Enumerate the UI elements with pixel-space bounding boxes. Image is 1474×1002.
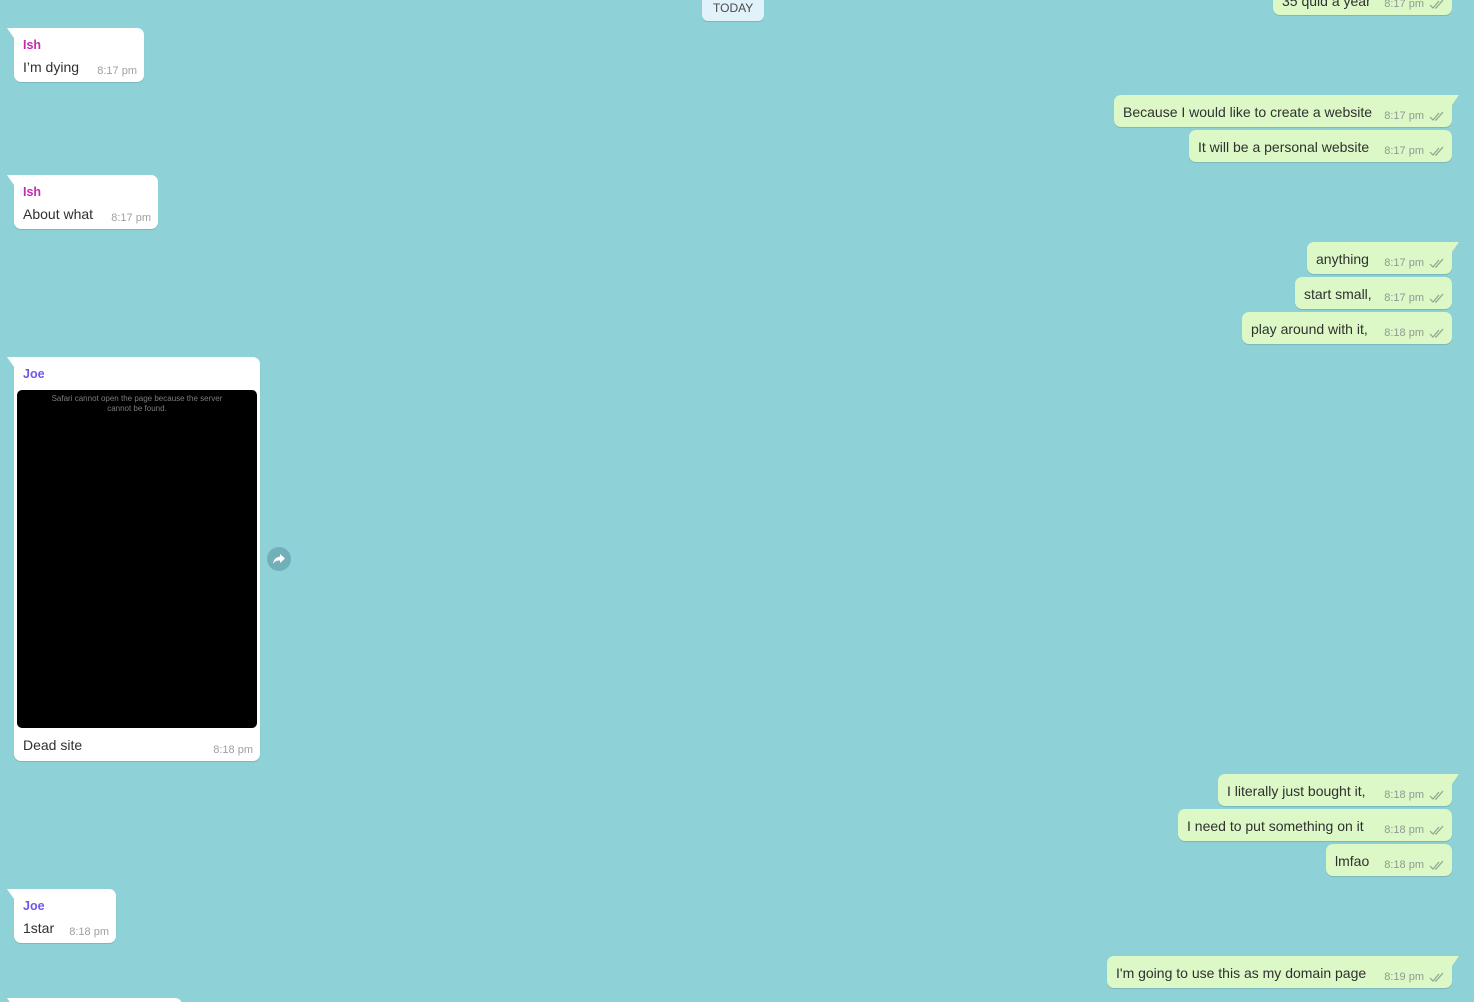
outgoing-message[interactable]: play around with it, 8:18 pm (1242, 312, 1452, 344)
message-text: anything (1316, 251, 1369, 267)
message-text: It will be a personal website (1198, 139, 1370, 155)
incoming-message[interactable]: Ish I’m dying 8:17 pm (7, 28, 144, 82)
message-text: 1star (23, 920, 55, 936)
double-check-icon (1429, 825, 1444, 835)
image-caption: Dead site (23, 737, 83, 753)
message-meta: 8:17 pm (1384, 145, 1445, 157)
message-meta: 8:19 pm (1384, 971, 1445, 983)
outgoing-message[interactable]: It will be a personal website 8:17 pm (1189, 130, 1452, 162)
message-text: I literally just bought it, (1227, 783, 1366, 799)
message-text: start small, (1304, 286, 1372, 302)
message-meta: 8:17 pm (1384, 292, 1445, 304)
message-time: 8:17 pm (1384, 0, 1424, 10)
message-meta: 8:17 pm (1384, 257, 1445, 269)
bubble-tail (7, 28, 14, 38)
message-text: I'm going to use this as my domain page (1116, 965, 1367, 981)
outgoing-message[interactable]: anything 8:17 pm (1307, 242, 1459, 274)
chat-pane: TODAY 35 quid a year 8:17 pm Ish I’m dyi… (0, 0, 1474, 1002)
message-text: 35 quid a year (1282, 0, 1371, 9)
message-text: lmfao (1335, 853, 1370, 869)
bubble-tail (1452, 956, 1459, 966)
bubble-tail (1452, 95, 1459, 105)
incoming-message[interactable]: Joe 1star 8:18 pm (7, 889, 116, 943)
sender-name[interactable]: Joe (23, 899, 45, 913)
incoming-message[interactable] (7, 998, 182, 1002)
sender-name[interactable]: Joe (23, 367, 45, 381)
message-time: 8:17 pm (1384, 145, 1424, 157)
sender-name[interactable]: Ish (23, 185, 41, 199)
message-text: I’m dying (23, 59, 80, 75)
message-time: 8:17 pm (1384, 257, 1424, 269)
message-meta: 8:18 pm (1384, 789, 1445, 801)
double-check-icon (1429, 972, 1444, 982)
message-time: 8:17 pm (1384, 110, 1424, 122)
bubble-tail (7, 889, 14, 899)
outgoing-message[interactable]: I literally just bought it, 8:18 pm (1218, 774, 1459, 806)
message-time: 8:17 pm (1384, 292, 1424, 304)
message-meta: 8:17 pm (1384, 110, 1445, 122)
message-time: 8:18 pm (213, 744, 253, 756)
image-text: Safari cannot open the page because the … (51, 394, 223, 413)
message-time: 8:18 pm (1384, 859, 1424, 871)
double-check-icon (1429, 860, 1444, 870)
message-meta: 8:18 pm (1384, 327, 1445, 339)
bubble-tail (1452, 774, 1459, 784)
message-time: 8:17 pm (97, 65, 137, 77)
message-text: Because I would like to create a website (1123, 104, 1373, 120)
message-time: 8:19 pm (1384, 971, 1424, 983)
double-check-icon (1429, 258, 1444, 268)
message-meta: 8:18 pm (1384, 824, 1445, 836)
double-check-icon (1429, 293, 1444, 303)
message-time: 8:18 pm (1384, 327, 1424, 339)
double-check-icon (1429, 328, 1444, 338)
incoming-image-message[interactable]: Joe Safari cannot open the page because … (7, 357, 260, 761)
outgoing-message[interactable]: lmfao 8:18 pm (1326, 844, 1452, 876)
bubble-tail (7, 998, 14, 1002)
sender-name[interactable]: Ish (23, 38, 41, 52)
double-check-icon (1429, 111, 1444, 121)
message-text: play around with it, (1251, 321, 1368, 337)
double-check-icon (1429, 0, 1444, 9)
outgoing-message[interactable]: start small, 8:17 pm (1295, 277, 1452, 309)
image-attachment[interactable]: Safari cannot open the page because the … (17, 390, 257, 728)
forward-arrow-icon (273, 554, 285, 564)
message-meta: 8:17 pm (1384, 0, 1445, 10)
message-text: I need to put something on it (1187, 818, 1364, 834)
outgoing-message[interactable]: I'm going to use this as my domain page … (1107, 956, 1459, 988)
bubble-tail (7, 175, 14, 185)
message-time: 8:18 pm (69, 926, 109, 938)
outgoing-message[interactable]: I need to put something on it 8:18 pm (1178, 809, 1452, 841)
message-meta: 8:18 pm (1384, 859, 1445, 871)
outgoing-message[interactable]: 35 quid a year 8:17 pm (1273, 0, 1452, 15)
outgoing-message[interactable]: Because I would like to create a website… (1114, 95, 1459, 127)
message-text: About what (23, 206, 94, 222)
forward-button[interactable] (267, 547, 291, 571)
message-time: 8:18 pm (1384, 789, 1424, 801)
message-time: 8:17 pm (111, 212, 151, 224)
incoming-message[interactable]: Ish About what 8:17 pm (7, 175, 158, 229)
double-check-icon (1429, 790, 1444, 800)
date-divider: TODAY (702, 0, 765, 21)
bubble-tail (7, 357, 14, 367)
message-time: 8:18 pm (1384, 824, 1424, 836)
bubble-tail (1452, 242, 1459, 252)
double-check-icon (1429, 146, 1444, 156)
